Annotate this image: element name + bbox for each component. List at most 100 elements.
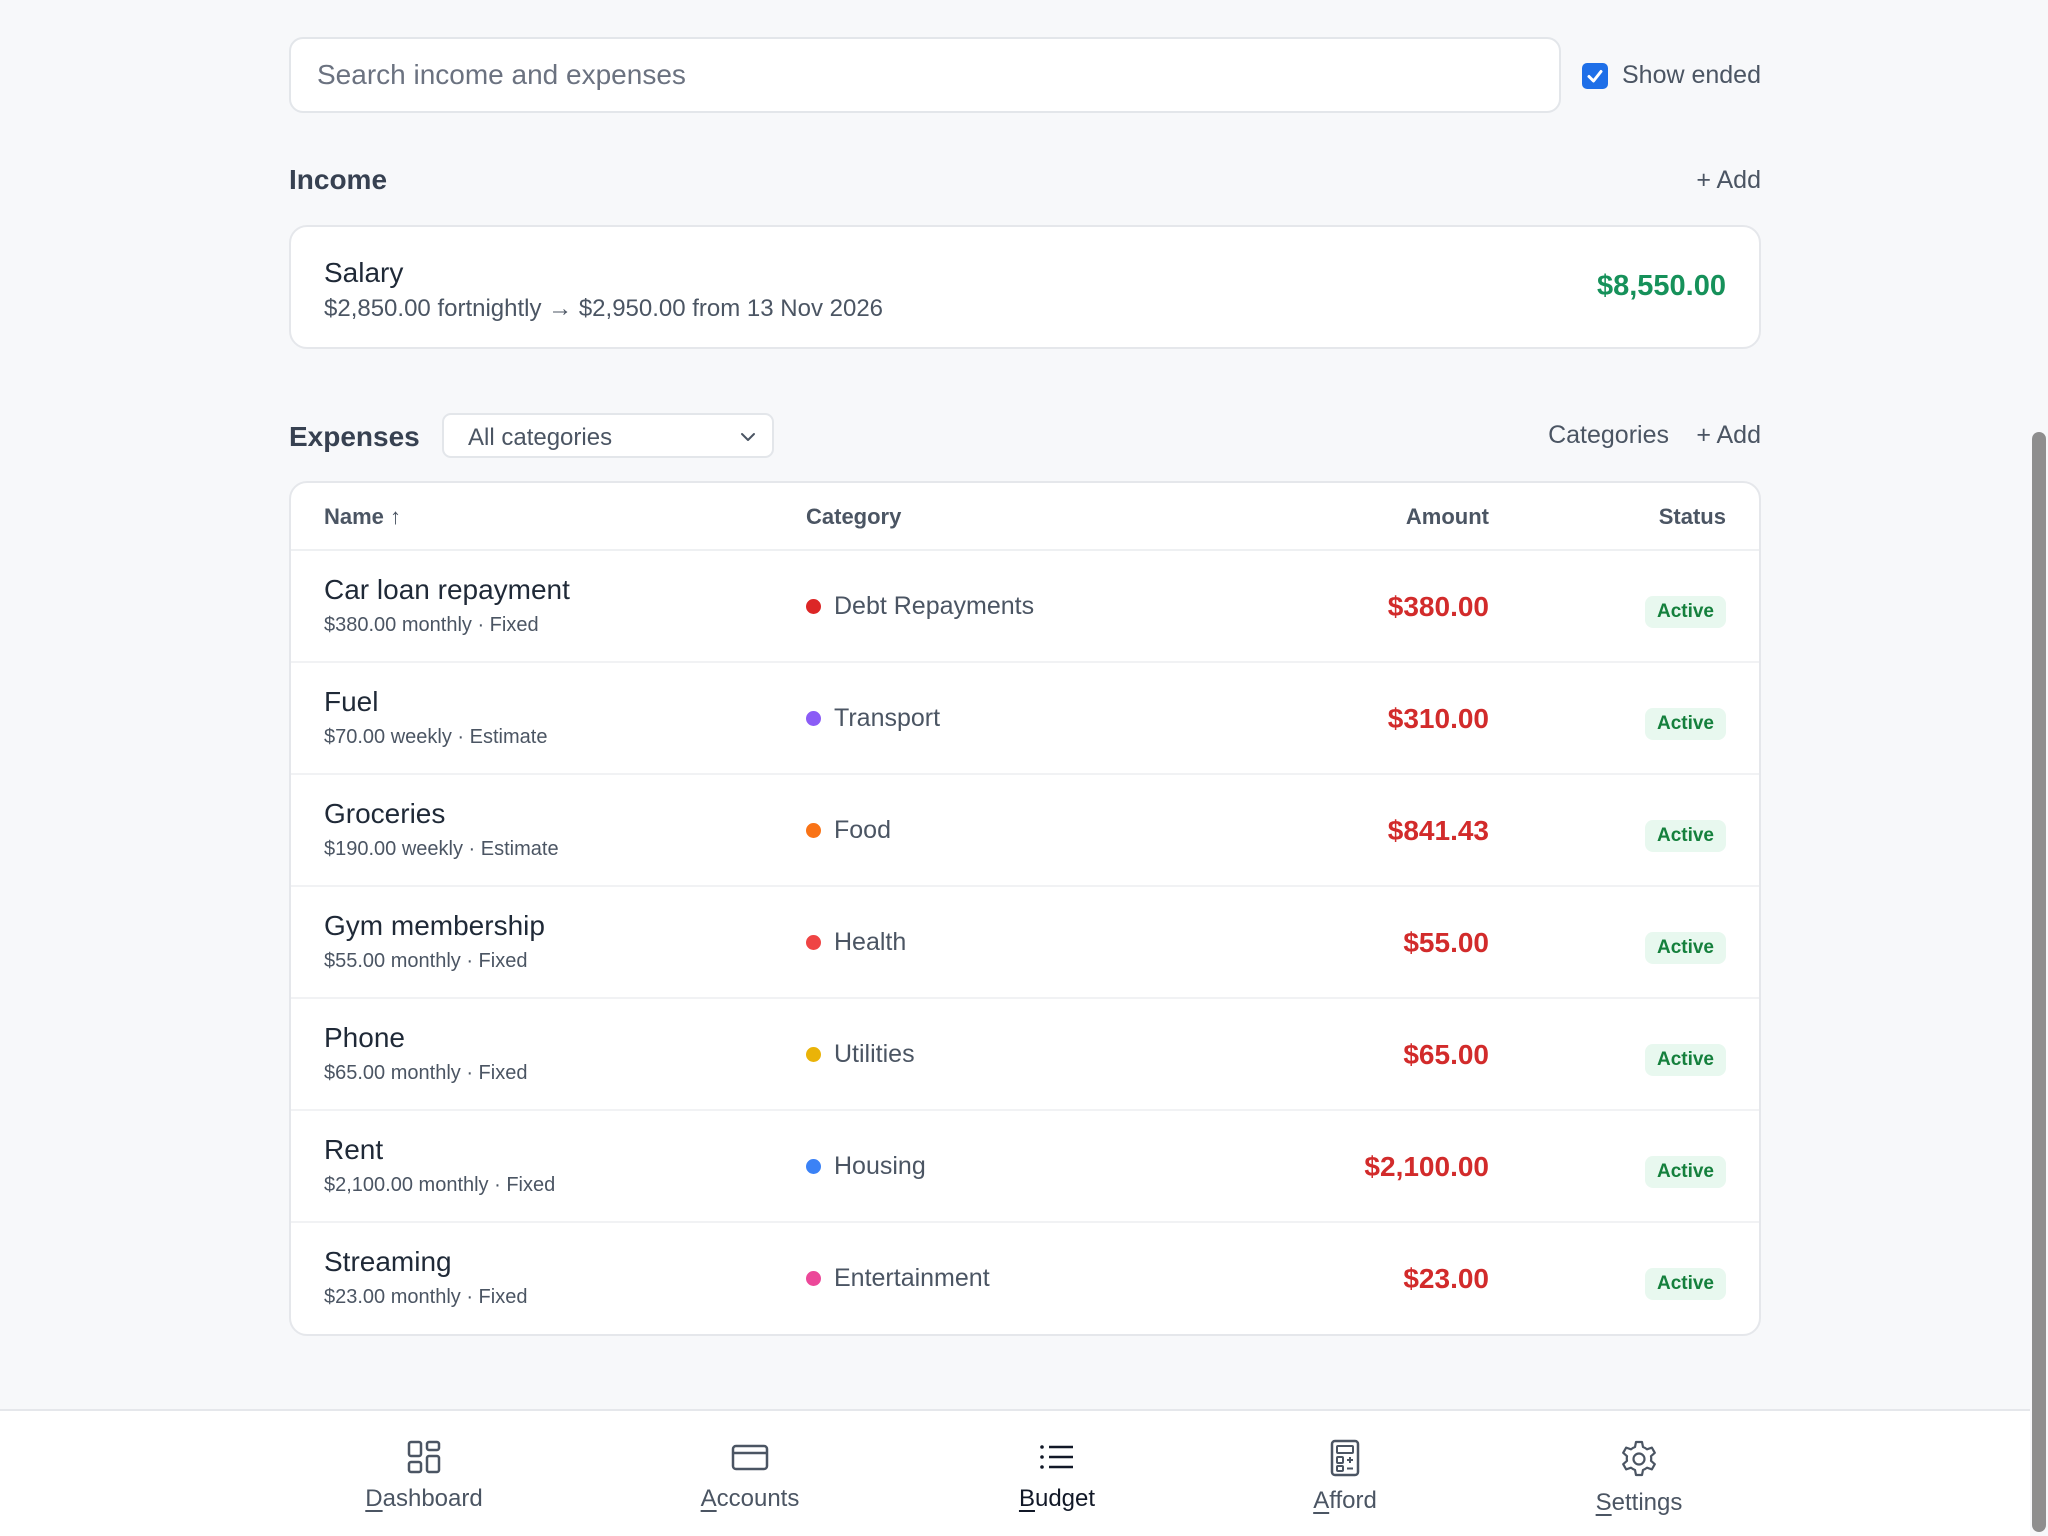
expense-category: Food [806,816,891,845]
expense-detail: $380.00 monthly · Fixed [324,614,539,636]
category-color-dot [806,823,821,838]
credit-card-icon [731,1444,769,1471]
scrollbar[interactable] [2030,0,2048,1536]
expense-name: Car loan repayment [324,574,570,605]
expense-detail: $190.00 weekly · Estimate [324,838,559,860]
table-row[interactable]: Groceries $190.00 weekly · Estimate Food $8… [291,775,1759,887]
expense-category: Transport [806,704,940,733]
nav-label-settings: Settings [1595,1489,1683,1516]
table-row[interactable]: Fuel $70.00 weekly · Estimate Transport $31… [291,663,1759,775]
show-ended-label: Show ended [1621,61,1761,89]
show-ended-checkbox[interactable] [1581,62,1608,89]
nav-accounts[interactable]: Accounts [650,1439,850,1513]
income-detail: $2,850.00 fortnightly → $2,950.00 from 1… [324,295,884,322]
add-expense-button[interactable]: + Add [1696,421,1761,450]
expense-amount: $55.00 [1403,927,1489,958]
expense-amount: $310.00 [1387,703,1489,734]
table-row[interactable]: Streaming $23.00 monthly · Fixed Entertain… [291,1223,1759,1334]
status-badge: Active [1644,820,1726,852]
expense-detail: $65.00 monthly · Fixed [324,1062,528,1084]
nav-label-accounts: Accounts [700,1485,800,1512]
category-label: Health [834,928,907,956]
nav-label-dashboard: Dashboard [365,1485,483,1512]
column-header-amount[interactable]: Amount [1406,504,1489,530]
expense-detail: $23.00 monthly · Fixed [324,1286,528,1308]
table-row[interactable]: Gym membership $55.00 monthly · Fixed Heal… [291,887,1759,999]
nav-dashboard[interactable]: Dashboard [324,1439,524,1513]
table-header: Name ↑ Category Amount Status [291,483,1759,551]
calculator-icon [1330,1439,1360,1477]
column-header-status[interactable]: Status [1659,504,1726,530]
table-row[interactable]: Phone $65.00 monthly · Fixed Utilities $65.… [291,999,1759,1111]
expense-category: Debt Repayments [806,592,1034,621]
category-label: Utilities [834,1040,915,1068]
expense-amount: $2,100.00 [1364,1151,1489,1182]
nav-budget[interactable]: Budget [957,1439,1157,1513]
expense-name: Rent [324,1134,384,1165]
category-color-dot [806,599,821,614]
expense-name: Groceries [324,798,446,829]
status-badge: Active [1644,1156,1726,1188]
search-input[interactable] [289,37,1561,113]
expense-name: Fuel [324,686,379,717]
expense-category: Entertainment [806,1264,990,1293]
category-color-dot [806,935,821,950]
category-filter-select[interactable]: All categories [442,413,774,458]
category-label: Housing [834,1152,926,1180]
chevron-down-icon [741,433,755,441]
show-ended-toggle[interactable]: Show ended [1581,61,1761,90]
expense-category: Utilities [806,1040,915,1069]
add-income-button[interactable]: + Add [1696,166,1761,195]
gear-icon [1622,1440,1656,1477]
category-filter-value: All categories [468,424,613,451]
income-item-salary[interactable]: Salary $2,850.00 fortnightly → $2,950.00… [289,225,1761,349]
category-label: Food [834,816,891,844]
dashboard-icon [407,1440,441,1474]
expense-amount: $23.00 [1403,1263,1489,1294]
search-row: Show ended [289,37,1761,113]
expense-amount: $65.00 [1403,1039,1489,1070]
category-color-dot [806,1271,821,1286]
expense-name: Phone [324,1022,405,1053]
categories-button[interactable]: Categories [1548,421,1669,450]
expense-detail: $2,100.00 monthly · Fixed [324,1174,556,1196]
category-label: Transport [834,704,941,732]
checkmark-icon [1587,69,1603,82]
expense-detail: $70.00 weekly · Estimate [324,726,548,748]
expenses-title: Expenses [289,421,420,452]
income-name: Salary [324,257,404,288]
category-label: Debt Repayments [834,592,1035,620]
status-badge: Active [1644,1044,1726,1076]
nav-settings[interactable]: Settings [1539,1439,1739,1517]
nav-label-budget: Budget [1018,1485,1096,1512]
expense-amount: $380.00 [1387,591,1489,622]
table-row[interactable]: Rent $2,100.00 monthly · Fixed Housing $2,1… [291,1111,1759,1223]
income-amount: $8,550.00 [1596,270,1726,302]
list-icon [1040,1445,1073,1469]
status-badge: Active [1644,596,1726,628]
expense-name: Streaming [324,1246,452,1277]
expenses-header: Expenses All categories Categories + Add [289,413,1761,459]
table-body: Car loan repayment $380.00 monthly · Fixe… [291,551,1759,1334]
column-header-category[interactable]: Category [806,504,901,530]
income-header: Income + Add [289,164,1761,200]
category-color-dot [806,1047,821,1062]
expense-amount: $841.43 [1387,815,1489,846]
status-badge: Active [1644,1268,1726,1300]
category-label: Entertainment [834,1264,990,1292]
scrollbar-thumb[interactable] [2032,432,2046,1532]
nav-afford[interactable]: Afford [1245,1439,1445,1515]
category-color-dot [806,711,821,726]
income-title: Income [289,164,388,195]
status-badge: Active [1644,932,1726,964]
column-header-name[interactable]: Name ↑ [324,504,401,530]
status-badge: Active [1644,708,1726,740]
category-color-dot [806,1159,821,1174]
expense-name: Gym membership [324,910,545,941]
bottom-nav: Dashboard Accounts Budget Afford Setting… [0,1409,2030,1536]
expenses-table: Name ↑ Category Amount Status Car loan r… [289,481,1761,1336]
table-row[interactable]: Car loan repayment $380.00 monthly · Fixe… [291,551,1759,663]
expense-detail: $55.00 monthly · Fixed [324,950,528,972]
expense-category: Housing [806,1152,926,1181]
expense-category: Health [806,928,906,957]
